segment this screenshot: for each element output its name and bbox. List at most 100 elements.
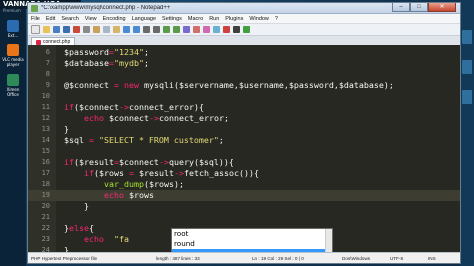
line-number: 15 (41, 147, 50, 155)
status-length: length : 487 lines : 33 (156, 255, 200, 261)
edge-icon[interactable] (462, 90, 472, 104)
code-line[interactable]: 19 echo $rows (28, 190, 460, 201)
line-number: 13 (41, 125, 50, 133)
undo-icon[interactable] (123, 26, 130, 33)
code-text: if($connect->connect_error){ (64, 102, 204, 112)
menu-run[interactable]: Run (209, 16, 219, 22)
title-bar[interactable]: *C:\xampp\www\mysql\connect.php - Notepa… (28, 3, 460, 14)
code-line[interactable]: 12 echo $connect->connect_error; (28, 113, 460, 124)
menu-edit[interactable]: Edit (46, 16, 55, 22)
print-icon[interactable] (83, 26, 90, 33)
paste-icon[interactable] (113, 26, 120, 33)
status-eol: Dos\Windows (342, 255, 371, 261)
close-button[interactable]: ✕ (428, 3, 456, 12)
line-number: 7 (45, 59, 50, 67)
line-number: 19 (41, 191, 50, 199)
line-number: 14 (41, 136, 50, 144)
cut-icon[interactable] (93, 26, 100, 33)
code-editor[interactable]: 6 $password="1234"; 7 $database="mydb"; 8 9 @$… (28, 45, 460, 255)
window-title: *C:\xampp\www\mysql\connect.php - Notepa… (41, 5, 171, 11)
vlc-icon (7, 44, 19, 56)
line-number: 10 (41, 92, 50, 100)
line-number: 17 (41, 169, 50, 177)
code-line[interactable]: 17 if($rows = $result->fetch_assoc()){ (28, 168, 460, 179)
code-line[interactable]: 16 if($result=$connect->query($sql)){ (28, 157, 460, 168)
line-number: 23 (41, 235, 50, 243)
redo-icon[interactable] (133, 26, 140, 33)
code-line[interactable]: 14 $sql = "SELECT * FROM customer"; (28, 135, 460, 146)
code-text: $password="1234"; (64, 47, 149, 57)
right-edge-panel (460, 0, 474, 266)
record-macro-icon[interactable] (223, 26, 230, 33)
code-text: echo $connect->connect_error; (84, 113, 229, 123)
desktop-icon-ext[interactable]: Ext... (2, 20, 24, 38)
line-number: 8 (45, 70, 50, 78)
code-line[interactable]: 7 $database="mydb"; (28, 58, 460, 69)
unsaved-file-icon (36, 39, 41, 45)
window-controls: – □ ✕ (392, 3, 456, 13)
menu-help[interactable]: ? (275, 16, 278, 22)
code-line[interactable]: 20 } (28, 201, 460, 212)
office-icon (7, 74, 19, 86)
toolbar (28, 24, 460, 36)
sync-scroll-icon[interactable] (183, 26, 190, 33)
edge-icon[interactable] (462, 30, 472, 44)
desktop-icon-label: Ximen Office (6, 87, 20, 97)
save-icon[interactable] (53, 26, 60, 33)
code-text: } (84, 201, 89, 211)
channel-subtitle: Premium (3, 8, 21, 13)
code-text: $sql = "SELECT * FROM customer"; (64, 135, 224, 145)
code-line[interactable]: 9 @$connect = new mysqli($servername,$use… (28, 80, 460, 91)
zoom-out-icon[interactable] (173, 26, 180, 33)
menu-search[interactable]: Search (61, 16, 78, 22)
autocomplete-popup: root round rows rsort rtrim (171, 228, 333, 255)
code-text: @$connect = new mysqli($servername,$user… (64, 80, 394, 90)
indent-guide-icon[interactable] (213, 26, 220, 33)
ext-icon (7, 20, 19, 32)
menu-language[interactable]: Language (132, 16, 156, 22)
maximize-button[interactable]: □ (410, 3, 428, 12)
code-line[interactable]: 8 (28, 69, 460, 80)
code-line[interactable]: 6 $password="1234"; (28, 47, 460, 58)
notepadpp-window: *C:\xampp\www\mysql\connect.php - Notepa… (27, 2, 461, 264)
menu-plugins[interactable]: Plugins (225, 16, 243, 22)
stop-macro-icon[interactable] (233, 26, 240, 33)
menu-window[interactable]: Window (249, 16, 269, 22)
copy-icon[interactable] (103, 26, 110, 33)
word-wrap-icon[interactable] (193, 26, 200, 33)
autocomplete-item-root[interactable]: root (172, 229, 332, 239)
desktop-icon-office[interactable]: Ximen Office (2, 74, 24, 97)
line-number: 12 (41, 114, 50, 122)
code-text: echo $rows (104, 190, 154, 200)
desktop-icon-label: Ext... (7, 33, 19, 38)
code-line[interactable]: 10 (28, 91, 460, 102)
play-macro-icon[interactable] (243, 26, 250, 33)
code-text: $database="mydb"; (64, 58, 149, 68)
close-file-icon[interactable] (73, 26, 80, 33)
desktop-icon-label: VLC media player (2, 57, 24, 67)
line-number: 22 (41, 224, 50, 232)
line-number: 21 (41, 213, 50, 221)
edge-icon[interactable] (462, 60, 472, 74)
replace-icon[interactable] (153, 26, 160, 33)
zoom-in-icon[interactable] (163, 26, 170, 33)
menu-macro[interactable]: Macro (188, 16, 203, 22)
new-file-icon[interactable] (31, 25, 40, 34)
code-line[interactable]: 13} (28, 124, 460, 135)
menu-view[interactable]: View (85, 16, 97, 22)
autocomplete-item-round[interactable]: round (172, 239, 332, 249)
desktop-icon-vlc[interactable]: VLC media player (2, 44, 24, 67)
find-icon[interactable] (143, 26, 150, 33)
menu-settings[interactable]: Settings (162, 16, 182, 22)
save-all-icon[interactable] (63, 26, 70, 33)
code-line[interactable]: 21 (28, 212, 460, 223)
menu-file[interactable]: File (31, 16, 40, 22)
code-line[interactable]: 18 var_dump($rows); (28, 179, 460, 190)
menu-encoding[interactable]: Encoding (103, 16, 126, 22)
minimize-button[interactable]: – (392, 3, 410, 12)
open-folder-icon[interactable] (43, 26, 50, 33)
menu-bar: File Edit Search View Encoding Language … (28, 14, 460, 24)
code-line[interactable]: 11 if($connect->connect_error){ (28, 102, 460, 113)
show-all-chars-icon[interactable] (203, 26, 210, 33)
code-line[interactable]: 15 (28, 146, 460, 157)
